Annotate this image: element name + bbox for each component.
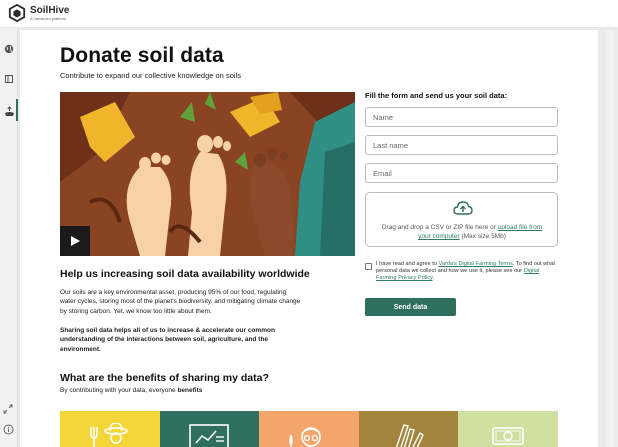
globe-icon (4, 44, 14, 54)
benefit-cards (60, 411, 558, 447)
terms-checkbox[interactable] (365, 263, 372, 270)
sidebar-info-button[interactable] (3, 422, 14, 440)
collapse-arrows-icon (3, 404, 13, 414)
terms-text: I have read and agree to Varda's Digital… (376, 261, 555, 282)
presentation-board-icon (189, 424, 230, 447)
cloud-upload-icon (453, 201, 473, 215)
top-bar: SoilHive A Varda-led platform (0, 0, 618, 28)
upload-soil-icon (4, 105, 14, 116)
scientist-icon (289, 427, 321, 447)
video-thumbnail-illustration (60, 92, 355, 256)
benefit-card-education[interactable] (159, 411, 260, 447)
farmer-icon (89, 423, 128, 447)
money-icon (492, 427, 524, 445)
file-dropzone[interactable]: Drag and drop a CSV or ZIP file here or … (365, 192, 558, 247)
main-content: Donate soil data Contribute to expand ou… (20, 30, 598, 447)
benefit-card-research[interactable] (259, 411, 359, 447)
form-title: Fill the form and send us your soil data… (365, 91, 508, 100)
sidebar (0, 28, 18, 447)
info-icon (3, 424, 14, 435)
play-icon (71, 236, 80, 246)
page-subtitle: Contribute to expand our collective know… (60, 71, 241, 80)
sidebar-collapse-button[interactable] (3, 401, 13, 419)
sidebar-item-explore[interactable] (2, 42, 16, 56)
benefit-card-knowledge[interactable] (358, 411, 459, 447)
dropzone-text: Drag and drop a CSV or ZIP file here or … (381, 224, 543, 240)
benefits-heading: What are the benefits of sharing my data… (60, 372, 269, 384)
name-field[interactable] (365, 107, 558, 127)
brand-tagline: A Varda-led platform (30, 15, 67, 21)
sidebar-item-library[interactable] (2, 72, 16, 86)
last-name-field[interactable] (365, 135, 558, 155)
page-title: Donate soil data (60, 44, 224, 67)
page-scrollbar[interactable] (606, 30, 614, 447)
terms-link[interactable]: Varda's Digital Farming Terms (439, 261, 513, 267)
books-icon (395, 424, 424, 447)
video-player[interactable] (60, 92, 355, 256)
sharing-paragraph: Sharing soil data helps all of us to inc… (60, 327, 275, 353)
email-field[interactable] (365, 163, 558, 183)
benefit-card-economy[interactable] (458, 411, 558, 447)
brand-logo[interactable]: SoilHive A Varda-led platform (8, 4, 69, 22)
benefits-subtitle: By contributing with your data, everyone… (60, 387, 203, 394)
brand-name: SoilHive (30, 4, 70, 16)
hive-logo-icon (8, 4, 26, 22)
intro-paragraph: Our soils are a key environmental asset,… (60, 289, 301, 315)
book-icon (5, 75, 13, 83)
section-heading: Help us increasing soil data availabilit… (60, 268, 310, 280)
play-button[interactable] (60, 226, 90, 256)
send-data-button[interactable]: Send data (365, 298, 456, 316)
sidebar-item-donate[interactable] (2, 99, 18, 121)
benefit-card-farmers[interactable] (60, 411, 160, 447)
